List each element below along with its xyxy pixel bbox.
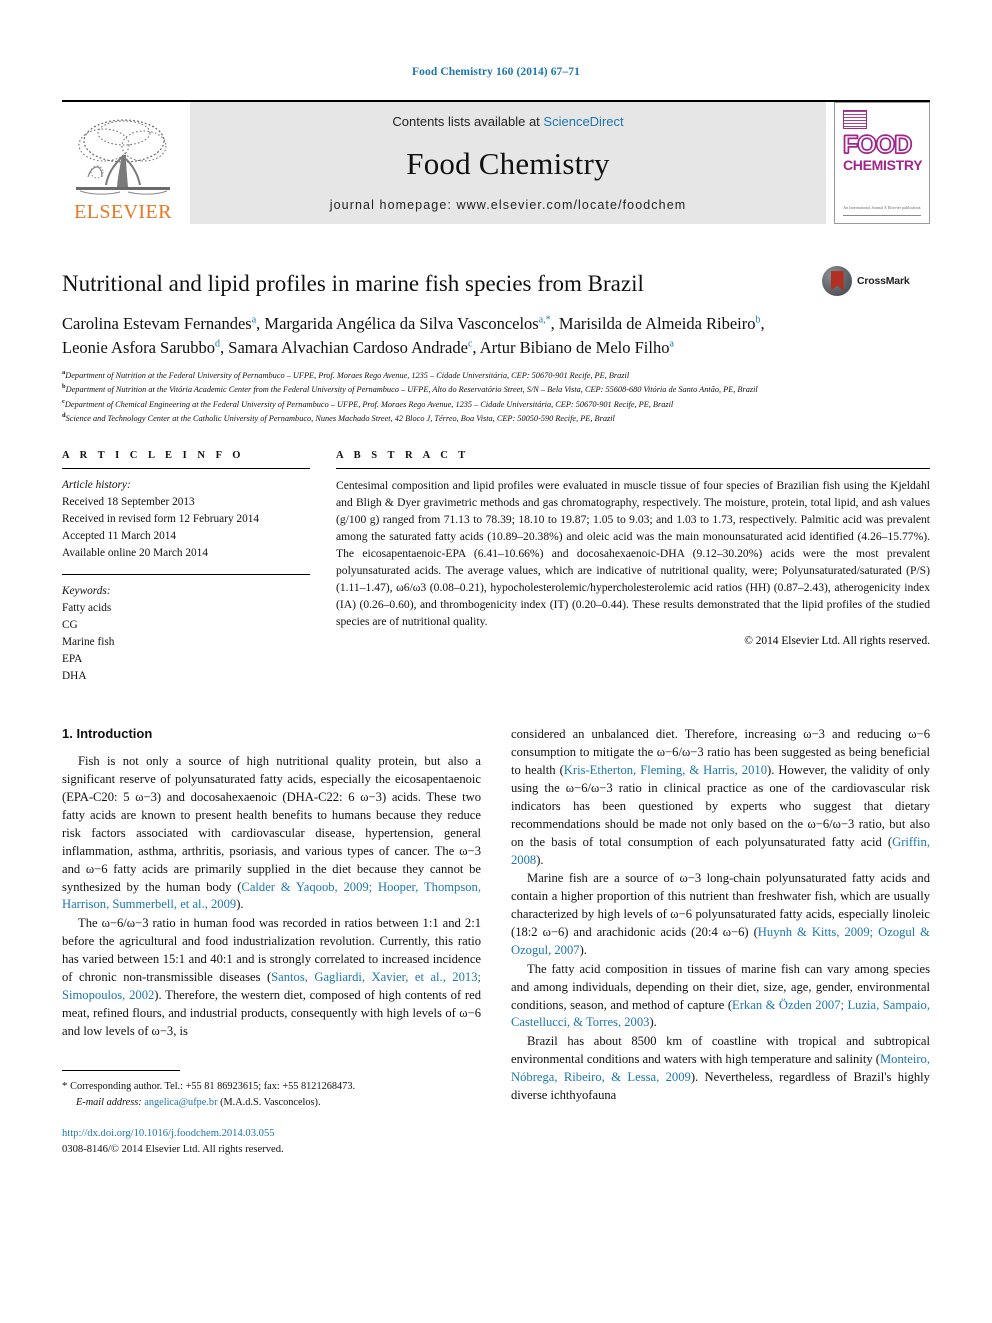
keywords-block: Keywords: Fatty acids CG Marine fish EPA… xyxy=(62,583,310,685)
author-name: Samara Alvachian Cardoso Andrade xyxy=(228,337,468,357)
history-item: Received 18 September 2013 xyxy=(62,496,195,509)
cover-emblem-icon xyxy=(843,110,867,129)
email-note: E-mail address: angelica@ufpe.br (M.A.d.… xyxy=(62,1095,481,1110)
email-label: E-mail address: xyxy=(76,1096,142,1108)
cover-title-chemistry: CHEMISTRY xyxy=(843,157,923,173)
affiliation-item: aDepartment of Nutrition at the Federal … xyxy=(62,368,930,382)
title-block: CrossMark Nutritional and lipid profiles… xyxy=(62,266,930,424)
sciencedirect-link[interactable]: ScienceDirect xyxy=(543,114,623,129)
corresponding-author-note: * Corresponding author. Tel.: +55 81 869… xyxy=(62,1078,481,1095)
affiliation-item: bDepartment of Nutrition at the Vitória … xyxy=(62,382,930,396)
paragraph: Marine fish are a source of ω−3 long-cha… xyxy=(511,871,930,957)
crossmark-icon xyxy=(822,266,852,296)
doi-link[interactable]: http://dx.doi.org/10.1016/j.foodchem.201… xyxy=(62,1126,481,1141)
keyword-item: DHA xyxy=(62,669,87,682)
author-affil-mark: a xyxy=(251,314,257,326)
article-page: Food Chemistry 160 (2014) 67–71 ELSEVIER… xyxy=(0,0,992,1323)
keywords-label: Keywords: xyxy=(62,584,111,597)
author-affil-mark: c xyxy=(467,338,473,350)
crossmark-badge[interactable]: CrossMark xyxy=(822,264,930,298)
body-columns: 1. Introduction Fish is not only a sourc… xyxy=(62,726,930,1157)
author-affil-mark: d xyxy=(215,338,221,350)
divider xyxy=(62,468,310,470)
contents-available-line: Contents lists available at ScienceDirec… xyxy=(392,114,623,129)
article-info-heading: A R T I C L E I N F O xyxy=(62,450,245,462)
author-affil-mark[interactable]: a,* xyxy=(539,314,551,325)
journal-cover-thumbnail: FOOD CHEMISTRY An International Journal … xyxy=(834,102,930,224)
abstract-heading: A B S T R A C T xyxy=(336,450,470,462)
affiliation-list: aDepartment of Nutrition at the Federal … xyxy=(62,368,930,424)
crossmark-label: CrossMark xyxy=(857,275,910,287)
keyword-item: Fatty acids xyxy=(62,601,112,614)
journal-title: Food Chemistry xyxy=(406,145,610,181)
elsevier-wordmark: ELSEVIER xyxy=(74,201,172,223)
cover-spacer xyxy=(843,172,921,206)
divider xyxy=(62,573,310,575)
email-owner: (M.A.d.S. Vasconcelos). xyxy=(220,1096,321,1108)
elsevier-tree-icon xyxy=(68,115,178,201)
asterisk-icon: * xyxy=(62,1080,68,1093)
history-item: Available online 20 March 2014 xyxy=(62,546,208,559)
author-name: Margarida Angélica da Silva Vasconcelos xyxy=(264,313,539,333)
issn-copyright: 0308-8146/© 2014 Elsevier Ltd. All right… xyxy=(62,1143,284,1155)
divider xyxy=(336,468,930,470)
body-column-left: 1. Introduction Fish is not only a sourc… xyxy=(62,726,481,1157)
author-name: Artur Bibiano de Melo Filho xyxy=(479,337,670,357)
body-column-right: considered an unbalanced diet. Therefore… xyxy=(511,726,930,1157)
keyword-item: Marine fish xyxy=(62,635,115,648)
cover-bottom-rule xyxy=(843,215,921,216)
article-history-label: Article history: xyxy=(62,479,131,492)
author-affil-mark: a xyxy=(669,338,674,350)
paragraph: The ω−6/ω−3 ratio in human food was reco… xyxy=(62,916,481,1038)
paragraph: The fatty acid composition in tissues of… xyxy=(511,961,931,1030)
affiliation-text: Department of Nutrition at the Vitória A… xyxy=(65,385,758,395)
author-affil-mark: b xyxy=(755,314,761,326)
article-info-column: A R T I C L E I N F O Article history: R… xyxy=(62,450,310,684)
page-title: Nutritional and lipid profiles in marine… xyxy=(62,271,644,296)
author-name: Carolina Estevam Fernandes xyxy=(62,313,252,333)
keyword-item: CG xyxy=(62,618,78,631)
crossmark-ribbon-icon xyxy=(830,271,844,291)
article-history: Article history: Received 18 September 2… xyxy=(62,477,310,562)
affiliation-text: Science and Technology Center at the Cat… xyxy=(65,413,615,423)
paragraph: Brazil has about 8500 km of coastline wi… xyxy=(511,1034,931,1102)
abstract-text: Centesimal composition and lipid profile… xyxy=(336,479,930,629)
author-name: Leonie Asfora Sarubbo xyxy=(62,337,216,357)
doi-block: http://dx.doi.org/10.1016/j.foodchem.201… xyxy=(62,1126,481,1157)
paragraph: considered an unbalanced diet. Therefore… xyxy=(511,727,930,867)
footnote-rule xyxy=(62,1070,180,1072)
banner-center: Contents lists available at ScienceDirec… xyxy=(190,102,826,224)
abstract-copyright: © 2014 Elsevier Ltd. All rights reserved… xyxy=(744,635,930,648)
section-heading-introduction: 1. Introduction xyxy=(62,726,153,742)
cover-footer-text: An International Journal A Elsevier publ… xyxy=(843,205,921,210)
email-link[interactable]: angelica@ufpe.br xyxy=(144,1097,217,1108)
abstract-column: A B S T R A C T Centesimal composition a… xyxy=(336,450,930,684)
cover-title-food: FOOD xyxy=(842,131,913,159)
keyword-item: EPA xyxy=(62,652,83,665)
running-head: Food Chemistry 160 (2014) 67–71 xyxy=(412,66,580,78)
affiliation-item: cDepartment of Chemical Engineering at t… xyxy=(62,397,930,411)
info-abstract-row: A R T I C L E I N F O Article history: R… xyxy=(62,450,930,684)
author-list: Carolina Estevam Fernandesa, Margarida A… xyxy=(62,313,765,357)
journal-banner: ELSEVIER Contents lists available at Sci… xyxy=(62,100,930,224)
affiliation-text: Department of Chemical Engineering at th… xyxy=(64,399,674,409)
history-item: Received in revised form 12 February 201… xyxy=(62,513,260,525)
contents-prefix: Contents lists available at xyxy=(392,114,540,129)
elsevier-logo: ELSEVIER xyxy=(62,102,184,224)
journal-homepage-link[interactable]: journal homepage: www.elsevier.com/locat… xyxy=(330,198,687,212)
affiliation-text: Department of Nutrition at the Federal U… xyxy=(65,371,630,381)
footnote-area: * Corresponding author. Tel.: +55 81 869… xyxy=(62,1070,481,1157)
history-item: Accepted 11 March 2014 xyxy=(62,529,177,542)
paragraph: Fish is not only a source of high nutrit… xyxy=(62,754,481,912)
corresponding-author-text: Corresponding author. Tel.: +55 81 86923… xyxy=(70,1081,356,1093)
affiliation-item: dScience and Technology Center at the Ca… xyxy=(62,411,930,425)
author-name: Marisilda de Almeida Ribeiro xyxy=(558,313,756,333)
